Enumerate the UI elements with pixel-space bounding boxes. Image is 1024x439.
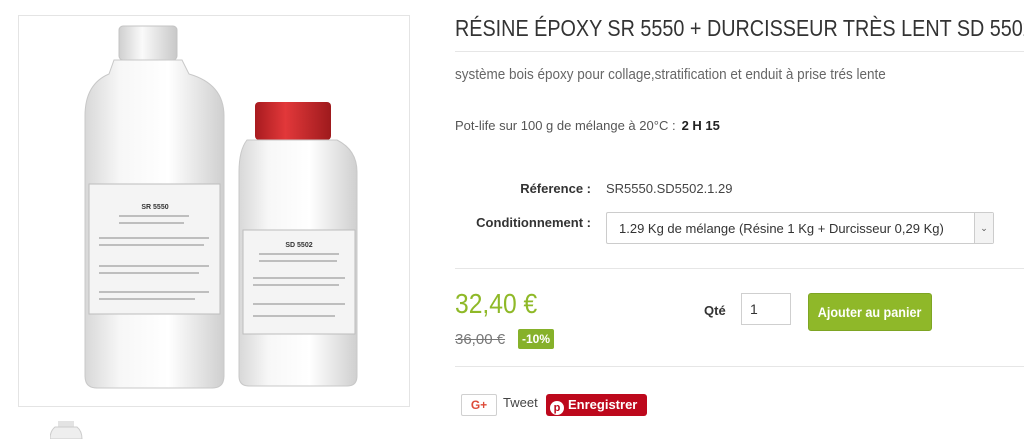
pinterest-label: Enregistrer: [568, 397, 638, 412]
product-image-frame[interactable]: SR 5550 SD 5502: [18, 15, 410, 407]
product-subtitle: système bois époxy pour collage,stratifi…: [455, 66, 886, 83]
large-bottle-label: SR 5550: [141, 204, 168, 211]
reference-label: Réference :: [520, 181, 591, 196]
pinterest-save-button[interactable]: p Enregistrer: [546, 394, 647, 416]
quantity-input[interactable]: [741, 293, 791, 325]
small-bottle: SD 5502: [238, 102, 358, 387]
add-to-cart-button[interactable]: Ajouter au panier: [808, 293, 932, 331]
price-divider: [455, 366, 1024, 367]
pinterest-icon: p: [550, 401, 564, 415]
thumbnail-image: [50, 421, 83, 439]
product-title: RÉSINE ÉPOXY SR 5550 + DURCISSEUR TRÈS L…: [455, 15, 1024, 41]
conditionnement-label: Conditionnement :: [476, 215, 591, 230]
small-bottle-label: SD 5502: [285, 242, 312, 249]
google-plus-icon: G+: [470, 398, 488, 412]
potlife-label: Pot-life sur 100 g de mélange à 20°C :: [455, 118, 676, 133]
old-price: 36,00 €: [455, 331, 506, 348]
conditionnement-select[interactable]: 1.29 Kg de mélange (Résine 1 Kg + Durcis…: [606, 212, 994, 244]
tweet-button[interactable]: Tweet: [503, 395, 538, 410]
product-image: SR 5550 SD 5502: [84, 25, 358, 389]
product-thumbnail[interactable]: [50, 418, 94, 439]
options-divider: [455, 268, 1024, 269]
add-to-cart-label: Ajouter au panier: [818, 304, 922, 320]
discount-badge: -10%: [518, 329, 555, 349]
potlife-row: Pot-life sur 100 g de mélange à 20°C : 2 …: [455, 118, 720, 133]
title-divider: [455, 51, 1024, 52]
google-plus-button[interactable]: G+: [461, 394, 497, 416]
conditionnement-selected-value: 1.29 Kg de mélange (Résine 1 Kg + Durcis…: [619, 221, 944, 236]
chevron-down-icon[interactable]: ⌄: [974, 213, 993, 243]
reference-value: SR5550.SD5502.1.29: [606, 181, 733, 196]
large-bottle: SR 5550: [84, 25, 225, 389]
potlife-value: 2 H 15: [681, 118, 720, 133]
quantity-label: Qté: [704, 303, 726, 318]
current-price: 32,40 €: [455, 288, 538, 319]
